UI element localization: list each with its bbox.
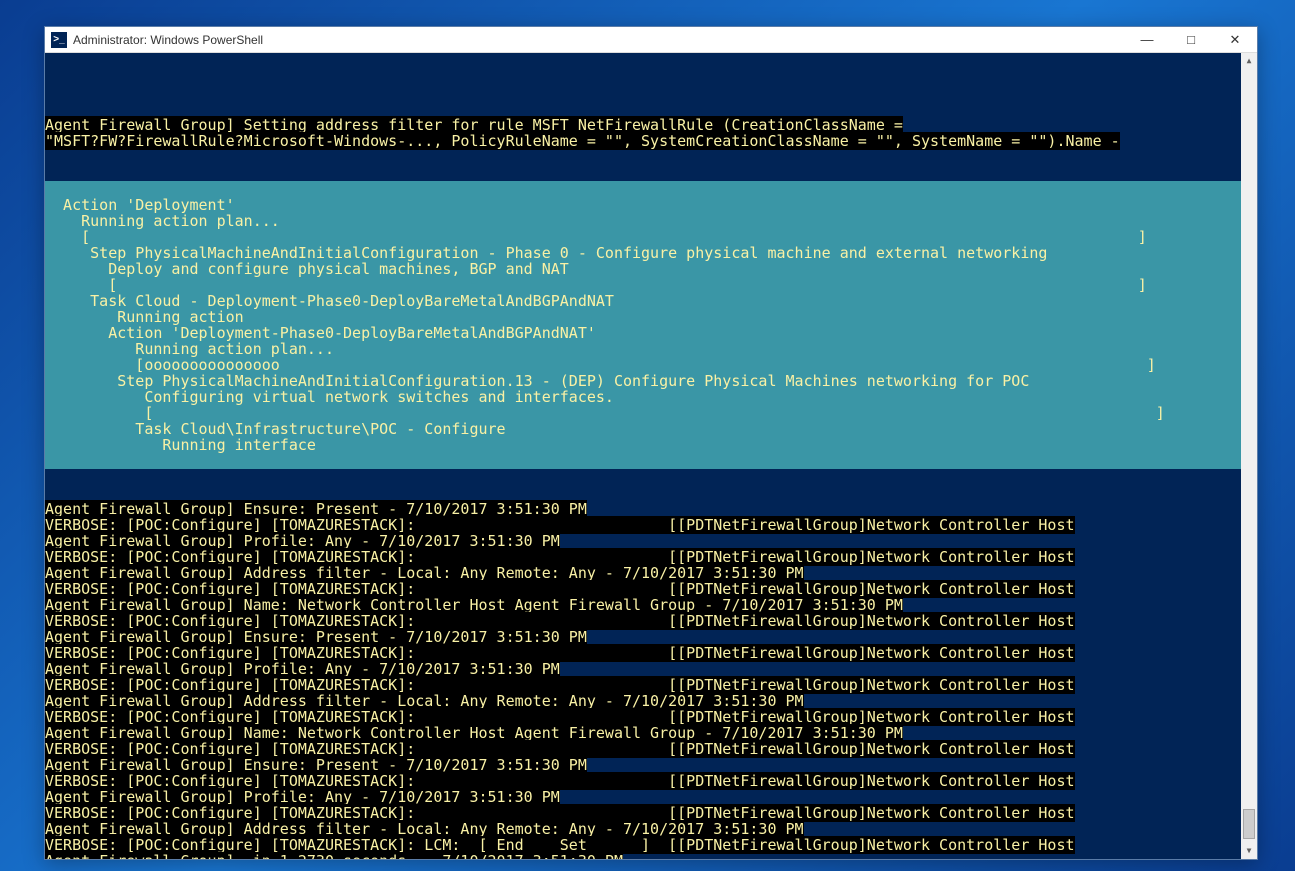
console-line: "MSFT?FW?FirewallRule?Microsoft-Windows-…	[45, 133, 1257, 149]
minimize-button[interactable]: —	[1125, 27, 1169, 53]
console-progress-line	[45, 453, 1257, 469]
console-line: VERBOSE: [POC:Configure] [TOMAZURESTACK]…	[45, 517, 1257, 533]
console-line: Agent Firewall Group] Ensure: Present - …	[45, 501, 1257, 517]
console-progress-line	[45, 181, 1257, 197]
console-progress-line: [ ]	[45, 277, 1257, 293]
console-progress-line: Action 'Deployment'	[45, 197, 1257, 213]
console-progress-line: Step PhysicalMachineAndInitialConfigurat…	[45, 373, 1257, 389]
scroll-track[interactable]	[1241, 69, 1257, 843]
console-line: Agent Firewall Group] Profile: Any - 7/1…	[45, 533, 1257, 549]
console-line: Agent Firewall Group] Ensure: Present - …	[45, 757, 1257, 773]
console-line: VERBOSE: [POC:Configure] [TOMAZURESTACK]…	[45, 773, 1257, 789]
console-line: VERBOSE: [POC:Configure] [TOMAZURESTACK]…	[45, 581, 1257, 597]
console-line: Agent Firewall Group] Profile: Any - 7/1…	[45, 661, 1257, 677]
powershell-icon: >_	[51, 32, 67, 48]
console-progress-line: Running interface	[45, 437, 1257, 453]
console-line: VERBOSE: [POC:Configure] [TOMAZURESTACK]…	[45, 645, 1257, 661]
console-line: Agent Firewall Group] Name: Network Cont…	[45, 597, 1257, 613]
scroll-thumb[interactable]	[1243, 809, 1255, 839]
console-progress-line: Running action plan...	[45, 213, 1257, 229]
console-progress-line: Running action	[45, 309, 1257, 325]
console-line: VERBOSE: [POC:Configure] [TOMAZURESTACK]…	[45, 805, 1257, 821]
console-line: VERBOSE: [POC:Configure] [TOMAZURESTACK]…	[45, 549, 1257, 565]
console-line: VERBOSE: [POC:Configure] [TOMAZURESTACK]…	[45, 613, 1257, 629]
console-top-section: Agent Firewall Group] Setting address fi…	[45, 117, 1257, 149]
console-progress-line: Step PhysicalMachineAndInitialConfigurat…	[45, 245, 1257, 261]
window-title: Administrator: Windows PowerShell	[73, 33, 1125, 47]
console-line: Agent Firewall Group] Ensure: Present - …	[45, 629, 1257, 645]
console-line: VERBOSE: [POC:Configure] [TOMAZURESTACK]…	[45, 837, 1257, 853]
console-line: Agent Firewall Group] Address filter - L…	[45, 565, 1257, 581]
console-line: VERBOSE: [POC:Configure] [TOMAZURESTACK]…	[45, 677, 1257, 693]
console-progress-block: Action 'Deployment' Running action plan.…	[45, 181, 1257, 469]
console-progress-line: Configuring virtual network switches and…	[45, 389, 1257, 405]
scroll-down-arrow[interactable]: ▼	[1241, 843, 1257, 859]
close-button[interactable]: ✕	[1213, 27, 1257, 53]
console-line: Agent Firewall Group] Name: Network Cont…	[45, 725, 1257, 741]
console-line: Agent Firewall Group] Profile: Any - 7/1…	[45, 789, 1257, 805]
console-line: Agent Firewall Group] Setting address fi…	[45, 117, 1257, 133]
console-bottom-section: Agent Firewall Group] Ensure: Present - …	[45, 501, 1257, 859]
console-progress-line: Running action plan...	[45, 341, 1257, 357]
console-progress-line: [ooooooooooooooo ]	[45, 357, 1257, 373]
console-output[interactable]: Agent Firewall Group] Setting address fi…	[45, 53, 1257, 859]
console-line: Agent Firewall Group] Address filter - L…	[45, 693, 1257, 709]
scrollbar[interactable]: ▲ ▼	[1241, 53, 1257, 859]
titlebar[interactable]: >_ Administrator: Windows PowerShell — □…	[45, 27, 1257, 53]
console-line: VERBOSE: [POC:Configure] [TOMAZURESTACK]…	[45, 741, 1257, 757]
console-line: Agent Firewall Group] Address filter - L…	[45, 821, 1257, 837]
console-progress-line: Task Cloud - Deployment-Phase0-DeployBar…	[45, 293, 1257, 309]
maximize-button[interactable]: □	[1169, 27, 1213, 53]
console-line: VERBOSE: [POC:Configure] [TOMAZURESTACK]…	[45, 709, 1257, 725]
console-progress-line: [ ]	[45, 405, 1257, 421]
window-controls: — □ ✕	[1125, 27, 1257, 53]
console-progress-line: Action 'Deployment-Phase0-DeployBareMeta…	[45, 325, 1257, 341]
console-progress-line: Task Cloud\Infrastructure\POC - Configur…	[45, 421, 1257, 437]
scroll-up-arrow[interactable]: ▲	[1241, 53, 1257, 69]
console-content: Agent Firewall Group] Setting address fi…	[45, 85, 1257, 859]
powershell-window: >_ Administrator: Windows PowerShell — □…	[44, 26, 1258, 860]
console-progress-line: [ ]	[45, 229, 1257, 245]
console-progress-line: Deploy and configure physical machines, …	[45, 261, 1257, 277]
